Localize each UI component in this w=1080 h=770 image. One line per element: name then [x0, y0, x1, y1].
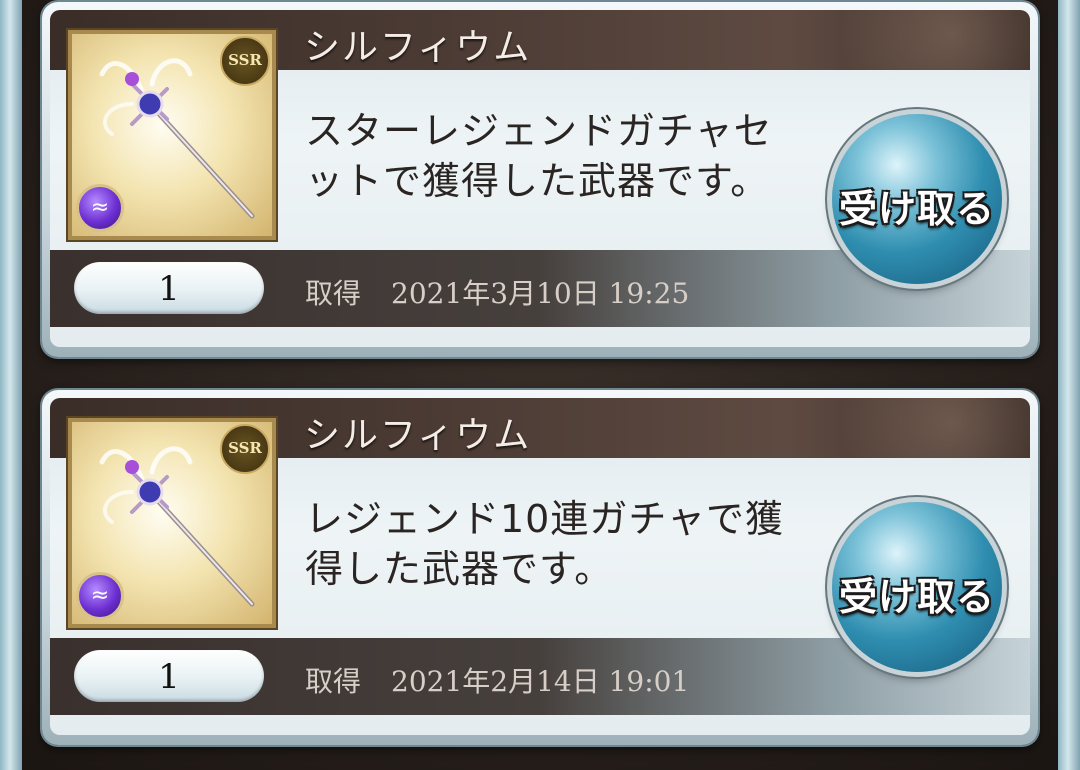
weapon-thumbnail[interactable]: SSR ≈ [68, 418, 276, 628]
card-inner: シルフィウム レジェンド10連ガチャで獲 得した武器です。 1 取得 2021年2… [50, 398, 1030, 735]
receive-button-label: 受け取る [838, 187, 995, 231]
quantity-value: 1 [158, 269, 180, 309]
weapon-thumbnail[interactable]: SSR ≈ [68, 30, 276, 240]
quantity-pill: 1 [74, 262, 264, 314]
receive-button[interactable]: 受け取る [832, 114, 1002, 284]
description-line: スターレジェンドガチャセ [305, 109, 773, 153]
item-name: シルフィウム [304, 415, 532, 456]
wind-element-icon: ≈ [76, 572, 124, 620]
receive-button[interactable]: 受け取る [832, 502, 1002, 672]
description-line: レジェンド10連ガチャで獲 [305, 497, 784, 541]
left-rail [0, 0, 22, 770]
rarity-badge: SSR [220, 424, 270, 474]
quantity-value: 1 [158, 657, 180, 697]
item-description: スターレジェンドガチャセ ットで獲得した武器です。 [305, 106, 805, 206]
present-card: シルフィウム レジェンド10連ガチャで獲 得した武器です。 1 取得 2021年2… [42, 390, 1038, 745]
description-line: ットで獲得した武器です。 [305, 159, 770, 203]
right-rail [1058, 0, 1080, 770]
description-line: 得した武器です。 [305, 547, 614, 591]
present-card: シルフィウム スターレジェンドガチャセ ットで獲得した武器です。 1 取得 202… [42, 2, 1038, 357]
wind-element-icon: ≈ [76, 184, 124, 232]
item-description: レジェンド10連ガチャで獲 得した武器です。 [305, 494, 805, 594]
quantity-pill: 1 [74, 650, 264, 702]
item-name: シルフィウム [304, 27, 532, 68]
receive-button-label: 受け取る [838, 575, 995, 619]
rarity-badge: SSR [220, 36, 270, 86]
acquired-label: 取得 [305, 665, 362, 698]
acquired-info: 取得 2021年3月10日 19:25 [305, 272, 689, 312]
card-inner: シルフィウム スターレジェンドガチャセ ットで獲得した武器です。 1 取得 202… [50, 10, 1030, 347]
acquired-date: 2021年3月10日 19:25 [391, 277, 690, 310]
acquired-info: 取得 2021年2月14日 19:01 [305, 660, 689, 700]
acquired-date: 2021年2月14日 19:01 [391, 665, 690, 698]
acquired-label: 取得 [305, 277, 362, 310]
